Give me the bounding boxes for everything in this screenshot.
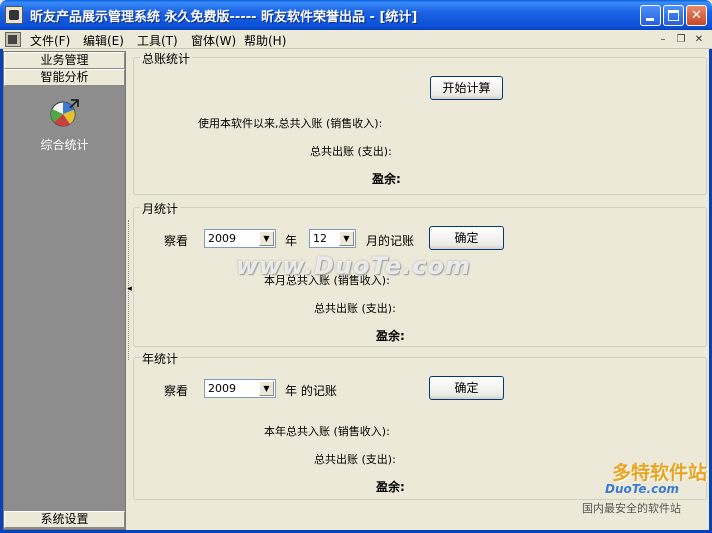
menu-bar: 文件(F) 编辑(E) 工具(T) 窗体(W) 帮助(H) – ❐ ✕ xyxy=(0,30,712,49)
mdi-minimize-button[interactable]: – xyxy=(656,33,670,46)
app-icon[interactable] xyxy=(5,6,23,24)
menu-help[interactable]: 帮助(H) xyxy=(244,32,286,49)
menu-edit[interactable]: 编辑(E) xyxy=(83,32,124,49)
year-confirm-button[interactable]: 确定 xyxy=(429,376,504,400)
maximize-button[interactable] xyxy=(663,5,684,26)
nav-header-settings[interactable]: 系统设置 xyxy=(4,511,125,528)
month-expense-label: 总共出账 (支出): xyxy=(314,302,396,315)
chevron-down-icon[interactable]: ▼ xyxy=(339,231,354,246)
month-year-select[interactable]: 2009 ▼ xyxy=(204,229,276,248)
year-expense-label: 总共出账 (支出): xyxy=(314,453,396,466)
month-year-label: 年 xyxy=(285,234,298,248)
corner-watermark-title: 多特软件站 xyxy=(612,462,708,484)
total-balance-label: 盈余: xyxy=(372,172,401,186)
nav-header-analysis[interactable]: 智能分析 xyxy=(4,69,125,86)
start-calculate-button[interactable]: 开始计算 xyxy=(430,76,503,100)
mdi-restore-button[interactable]: ❐ xyxy=(674,33,688,46)
month-balance-label: 盈余: xyxy=(376,329,405,343)
chevron-down-icon[interactable]: ▼ xyxy=(259,381,274,396)
mdi-child-icon[interactable] xyxy=(5,32,21,47)
menu-window[interactable]: 窗体(W) xyxy=(191,32,236,49)
maximize-icon xyxy=(668,10,679,21)
year-balance-label: 盈余: xyxy=(376,480,405,494)
month-suffix-label: 月的记账 xyxy=(366,234,415,248)
collapse-arrow-icon[interactable]: ◂ xyxy=(126,284,133,294)
year-value: 2009 xyxy=(208,382,236,395)
nav-header-business[interactable]: 业务管理 xyxy=(4,52,125,69)
menu-tools[interactable]: 工具(T) xyxy=(137,32,178,49)
year-income-label: 本年总共入账 (销售收入): xyxy=(264,425,390,438)
menu-file[interactable]: 文件(F) xyxy=(30,32,70,49)
nav-item-comprehensive-stats[interactable]: 综合统计 xyxy=(4,136,125,153)
month-confirm-button[interactable]: 确定 xyxy=(429,226,504,250)
mdi-close-button[interactable]: ✕ xyxy=(692,33,706,46)
pie-chart-icon[interactable] xyxy=(48,97,82,131)
corner-watermark-domain: DuoTe.com xyxy=(605,482,679,496)
month-year-value: 2009 xyxy=(208,232,236,245)
minimize-button[interactable] xyxy=(640,5,661,26)
month-stats-title: 月统计 xyxy=(140,200,181,217)
title-bar[interactable]: 昕友产品展示管理系统 永久免费版----- 昕友软件荣誉出品 - [统计] ✕ xyxy=(0,0,712,30)
window-title: 昕友产品展示管理系统 永久免费版----- 昕友软件荣誉出品 - [统计] xyxy=(30,10,418,25)
month-value: 12 xyxy=(313,232,327,245)
year-stats-title: 年统计 xyxy=(140,350,181,367)
center-watermark: www.DuoTe.com xyxy=(236,252,471,280)
corner-watermark-slogan: 国内最安全的软件站 xyxy=(582,502,681,515)
total-expense-label: 总共出账 (支出): xyxy=(310,145,392,158)
total-income-label: 使用本软件以来,总共入账 (销售收入): xyxy=(198,117,383,130)
year-suffix-label: 年 的记账 xyxy=(285,384,337,398)
month-view-label: 察看 xyxy=(164,234,189,248)
chevron-down-icon[interactable]: ▼ xyxy=(259,231,274,246)
navigation-panel: 业务管理 智能分析 综合统计 系统设置 xyxy=(3,51,126,530)
close-button[interactable]: ✕ xyxy=(686,5,707,26)
month-select[interactable]: 12 ▼ xyxy=(309,229,356,248)
year-view-label: 察看 xyxy=(164,384,189,398)
minimize-icon xyxy=(646,18,654,21)
year-select[interactable]: 2009 ▼ xyxy=(204,379,276,398)
total-stats-title: 总账统计 xyxy=(140,50,193,67)
